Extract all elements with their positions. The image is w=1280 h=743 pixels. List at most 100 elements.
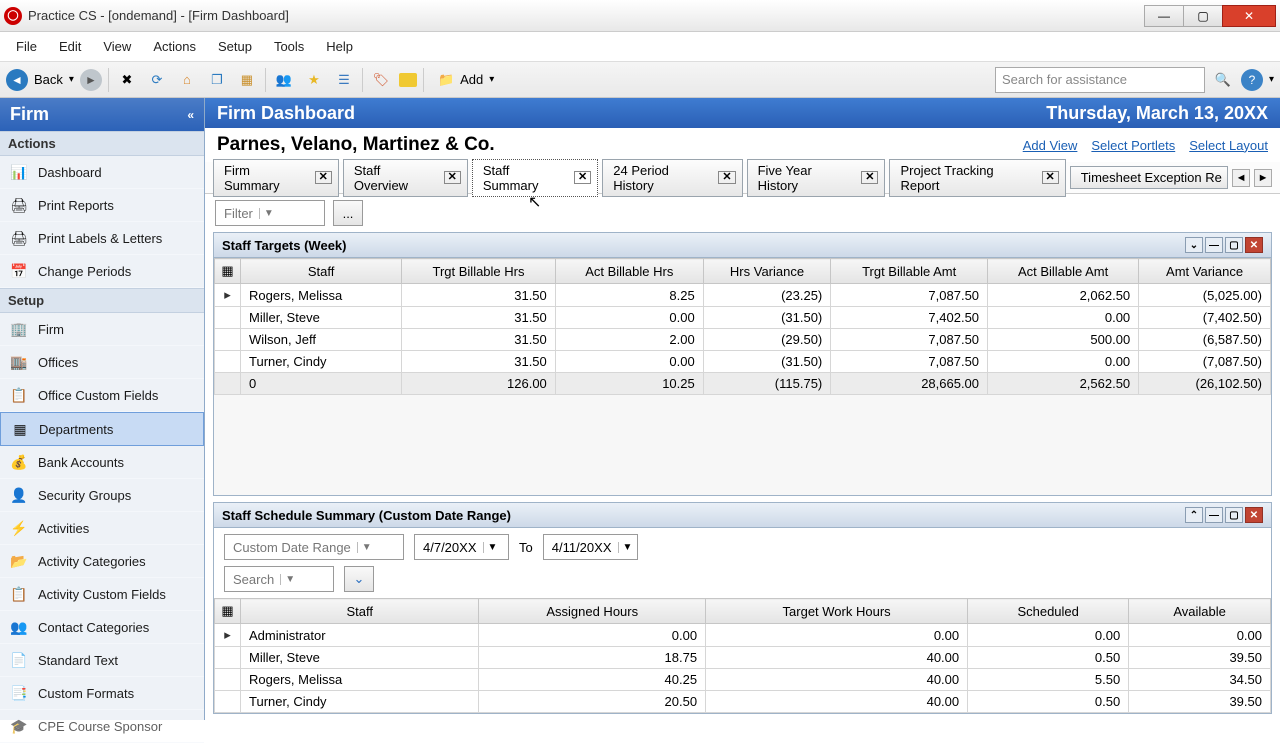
sidebar-section-actions[interactable]: Actions <box>0 131 204 156</box>
window-icon[interactable]: ❐ <box>205 68 229 92</box>
sidebar-item-custom-fmt[interactable]: 📑Custom Formats <box>0 677 204 710</box>
cell-tbh[interactable]: 31.50 <box>402 307 556 329</box>
sidebar-item-act-custom[interactable]: 📋Activity Custom Fields <box>0 578 204 611</box>
col-abh[interactable]: Act Billable Hrs <box>555 259 703 284</box>
link-select-portlets[interactable]: Select Portlets <box>1091 138 1175 153</box>
cell-aba[interactable]: 2,062.50 <box>988 284 1139 307</box>
stop-icon[interactable]: ✖ <box>115 68 139 92</box>
cell-av[interactable]: 34.50 <box>1129 669 1271 691</box>
tab-project-tracking[interactable]: Project Tracking Report✕ <box>889 159 1065 197</box>
table-row[interactable]: Turner, Cindy 20.50 40.00 0.50 39.50 <box>215 691 1271 713</box>
cell-av[interactable]: 0.00 <box>1129 624 1271 647</box>
cell-av[interactable]: (5,025.00) <box>1139 284 1271 307</box>
close-button[interactable]: ✕ <box>1222 5 1276 27</box>
tab-staff-summary[interactable]: Staff Summary✕ <box>472 159 598 197</box>
forward-icon[interactable]: ► <box>80 69 102 91</box>
cell-hv[interactable]: (31.50) <box>703 351 831 373</box>
portlet-header[interactable]: Staff Targets (Week) ⌄ — ▢ ✕ <box>214 233 1271 258</box>
help-icon[interactable]: ? <box>1241 69 1263 91</box>
sidebar-item-firm[interactable]: 🏢Firm <box>0 313 204 346</box>
collapse-icon[interactable]: ⌃ <box>1185 507 1203 523</box>
sidebar-item-print-reports[interactable]: 🖨Print Reports <box>0 189 204 222</box>
staff-targets-grid[interactable]: ▦ Staff Trgt Billable Hrs Act Billable H… <box>214 258 1271 395</box>
minimize-button[interactable]: — <box>1144 5 1184 27</box>
cell-abh[interactable]: 0.00 <box>555 307 703 329</box>
back-icon[interactable]: ◄ <box>6 69 28 91</box>
sidebar-item-std-text[interactable]: 📄Standard Text <box>0 644 204 677</box>
tab-24-period[interactable]: 24 Period History✕ <box>602 159 742 197</box>
corner-cell[interactable]: ▦ <box>215 599 241 624</box>
col-av[interactable]: Available <box>1129 599 1271 624</box>
cell-abh[interactable]: 0.00 <box>555 351 703 373</box>
cell-av[interactable]: 39.50 <box>1129 691 1271 713</box>
expand-button[interactable]: ⌄ <box>344 566 374 592</box>
corner-cell[interactable]: ▦ <box>215 259 241 284</box>
tab-scroll-left[interactable]: ◄ <box>1232 169 1250 187</box>
close-icon[interactable]: ✕ <box>315 171 332 184</box>
tab-scroll-right[interactable]: ► <box>1254 169 1272 187</box>
close-icon[interactable]: ✕ <box>574 171 591 184</box>
cell-aba[interactable]: 0.00 <box>988 351 1139 373</box>
menu-file[interactable]: File <box>6 35 47 58</box>
col-aba[interactable]: Act Billable Amt <box>988 259 1139 284</box>
collapse-icon[interactable]: « <box>187 108 194 122</box>
cell-tbh[interactable]: 31.50 <box>402 284 556 307</box>
cell-sch[interactable]: 5.50 <box>968 669 1129 691</box>
schedule-grid[interactable]: ▦ Staff Assigned Hours Target Work Hours… <box>214 598 1271 713</box>
cell-av[interactable]: (6,587.50) <box>1139 329 1271 351</box>
home-icon[interactable]: ⌂ <box>175 68 199 92</box>
close-icon[interactable]: ✕ <box>1245 237 1263 253</box>
table-row[interactable]: Turner, Cindy 31.50 0.00 (31.50) 7,087.5… <box>215 351 1271 373</box>
to-date[interactable]: 4/11/20XX▼ <box>543 534 638 560</box>
cell-twh[interactable]: 40.00 <box>706 647 968 669</box>
cell-twh[interactable]: 0.00 <box>706 624 968 647</box>
cell-ah[interactable]: 20.50 <box>479 691 706 713</box>
collapse-icon[interactable]: ⌄ <box>1185 237 1203 253</box>
menu-actions[interactable]: Actions <box>143 35 206 58</box>
table-row[interactable]: Rogers, Melissa 40.25 40.00 5.50 34.50 <box>215 669 1271 691</box>
cell-av[interactable]: (7,402.50) <box>1139 307 1271 329</box>
sidebar-section-setup[interactable]: Setup <box>0 288 204 313</box>
search-go-icon[interactable]: 🔍 <box>1211 68 1235 92</box>
cell-twh[interactable]: 40.00 <box>706 691 968 713</box>
filter-ellipsis-button[interactable]: ... <box>333 200 363 226</box>
cell-twh[interactable]: 40.00 <box>706 669 968 691</box>
from-date[interactable]: 4/7/20XX▼ <box>414 534 509 560</box>
minimize-icon[interactable]: — <box>1205 237 1223 253</box>
tab-five-year[interactable]: Five Year History✕ <box>747 159 886 197</box>
range-combo[interactable]: Custom Date Range▼ <box>224 534 404 560</box>
cell-tba[interactable]: 7,087.50 <box>831 284 988 307</box>
sidebar-item-offices[interactable]: 🏬Offices <box>0 346 204 379</box>
table-row[interactable]: Miller, Steve 18.75 40.00 0.50 39.50 <box>215 647 1271 669</box>
cell-hv[interactable]: (29.50) <box>703 329 831 351</box>
sidebar-heading[interactable]: Firm « <box>0 98 204 131</box>
tab-timesheet-exc[interactable]: Timesheet Exception Re <box>1070 166 1228 189</box>
filter-combo[interactable]: Filter▼ <box>215 200 325 226</box>
cell-sch[interactable]: 0.50 <box>968 691 1129 713</box>
cell-tbh[interactable]: 31.50 <box>402 329 556 351</box>
door-icon[interactable]: ▦ <box>235 68 259 92</box>
cell-av[interactable]: 39.50 <box>1129 647 1271 669</box>
cell-abh[interactable]: 2.00 <box>555 329 703 351</box>
cell-staff[interactable]: Rogers, Melissa <box>241 284 402 307</box>
cell-staff[interactable]: Rogers, Melissa <box>241 669 479 691</box>
cell-av[interactable]: (7,087.50) <box>1139 351 1271 373</box>
cell-hv[interactable]: (31.50) <box>703 307 831 329</box>
col-sch[interactable]: Scheduled <box>968 599 1129 624</box>
cell-ah[interactable]: 0.00 <box>479 624 706 647</box>
col-hv[interactable]: Hrs Variance <box>703 259 831 284</box>
tab-staff-overview[interactable]: Staff Overview✕ <box>343 159 468 197</box>
table-row[interactable]: Miller, Steve 31.50 0.00 (31.50) 7,402.5… <box>215 307 1271 329</box>
cell-ah[interactable]: 18.75 <box>479 647 706 669</box>
menu-help[interactable]: Help <box>316 35 363 58</box>
cell-staff[interactable]: Administrator <box>241 624 479 647</box>
close-icon[interactable]: ✕ <box>1042 171 1059 184</box>
cell-tbh[interactable]: 31.50 <box>402 351 556 373</box>
sidebar-item-act-cat[interactable]: 📂Activity Categories <box>0 545 204 578</box>
cell-staff[interactable]: Turner, Cindy <box>241 691 479 713</box>
close-icon[interactable]: ✕ <box>444 171 461 184</box>
close-icon[interactable]: ✕ <box>861 171 878 184</box>
sidebar-item-departments[interactable]: ▦Departments <box>0 412 204 446</box>
cell-sch[interactable]: 0.50 <box>968 647 1129 669</box>
col-staff[interactable]: Staff <box>241 259 402 284</box>
